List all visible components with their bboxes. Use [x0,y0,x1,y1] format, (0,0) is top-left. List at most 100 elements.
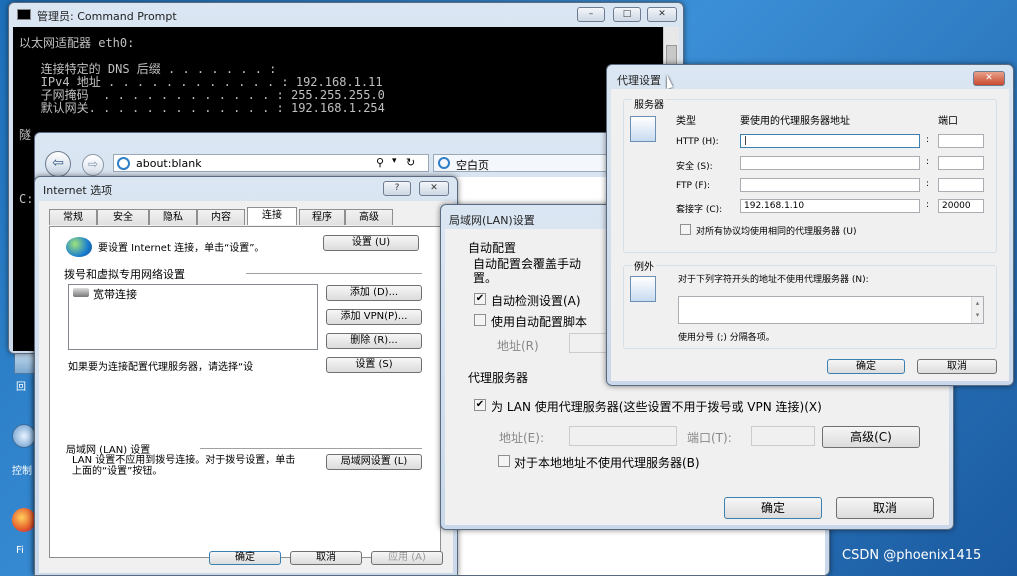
exceptions-textarea[interactable]: ▴ ▾ [678,296,984,324]
col-address-header: 要使用的代理服务器地址 [740,116,850,127]
watermark: CSDN @phoenix1415 [842,548,982,563]
desktop-icon-control-panel[interactable] [12,424,36,448]
secure-label: 安全 (S): [676,162,713,172]
proxy-cancel-button[interactable]: 取消 [917,359,997,374]
io-titlebar[interactable]: Internet 选项 ? ✕ [35,177,457,201]
lan-header: 局域网 (LAN) 设置 [66,445,151,456]
cmd-close-button[interactable]: ✕ [647,7,677,22]
internet-options-dialog: Internet 选项 ? ✕ 常规 安全 隐私 内容 连接 程序 高级 要设置… [34,176,458,576]
socks-port-input[interactable]: 20000 [938,199,984,213]
address-bar[interactable]: about:blank ⚲ ▾ ↻ [113,154,429,172]
search-icon[interactable]: ⚲ [376,156,384,169]
servers-group: 服务器 类型 要使用的代理服务器地址 端口 HTTP (H): | : 安全 (… [623,96,997,253]
exceptions-group: 例外 对于下列字符开头的地址不使用代理服务器 (N): ▴ ▾ 使用分号 (;) … [623,258,997,349]
ie-tab-icon [438,157,450,169]
io-ok-button[interactable]: 确定 [209,551,281,565]
proxy-address-label: 地址(E): [499,431,544,445]
proxy-config-text: 如果要为连接配置代理服务器，请选择“设 [68,362,254,373]
tab-privacy[interactable]: 隐私 [149,209,197,225]
io-apply-button[interactable]: 应用 (A) [371,551,443,565]
lan-settings-button[interactable]: 局域网设置 (L) [326,454,422,470]
cmd-maximize-button[interactable]: □ [613,7,641,22]
desktop-icon-label-1: 回 [16,382,26,393]
settings-button[interactable]: 设置 (S) [326,357,422,373]
back-button[interactable]: ⇦ [45,151,71,177]
exceptions-icon [630,276,656,302]
proxy-port-input[interactable] [751,426,815,446]
io-tab-panel: 要设置 Internet 连接，单击“设置”。 设置 (U) 拨号和虚拟专用网络… [49,226,441,558]
secure-address-input[interactable] [740,156,920,170]
bypass-local-checkbox[interactable] [498,455,510,467]
auto-detect-checkbox[interactable]: ✔ [474,293,486,305]
proxy-settings-dialog: 代理设置 ✕ 服务器 类型 要使用的代理服务器地址 端口 HTTP (H): |… [606,64,1014,386]
same-all-checkbox[interactable] [680,224,691,235]
proxy-ok-button[interactable]: 确定 [827,359,905,374]
advanced-button[interactable]: 高级(C) [822,426,920,448]
http-label: HTTP (H): [676,137,719,147]
bypass-local-label: 对于本地地址不使用代理服务器(B) [514,456,700,470]
exceptions-scrollbar[interactable]: ▴ ▾ [971,297,983,323]
dialup-separator [246,273,422,274]
tab-security[interactable]: 安全 [97,209,149,225]
ftp-colon: : [926,179,930,189]
io-cancel-button[interactable]: 取消 [290,551,362,565]
setup-button[interactable]: 设置 (U) [323,235,419,251]
cmd-title: 管理员: Command Prompt [37,10,177,23]
exceptions-desc: 对于下列字符开头的地址不使用代理服务器 (N): [678,275,869,285]
list-item-broadband[interactable]: 宽带连接 [93,286,137,302]
proxy-server-header: 代理服务器 [468,371,529,385]
lan-ok-button[interactable]: 确定 [724,497,822,519]
use-proxy-label: 为 LAN 使用代理服务器(这些设置不用于拨号或 VPN 连接)(X) [491,400,822,414]
cmd-minimize-button[interactable]: – [577,7,605,22]
secure-port-input[interactable] [938,156,984,170]
io-help-button[interactable]: ? [383,181,411,196]
cmd-line-6: 默认网关. . . . . . . . . . . . . : 192.168.… [19,101,385,115]
tab-programs[interactable]: 程序 [299,209,345,225]
tab-advanced[interactable]: 高级 [345,209,393,225]
servers-label: 服务器 [632,96,666,111]
tab-general[interactable]: 常规 [49,209,97,225]
dialup-list[interactable]: 宽带连接 [68,284,318,350]
tab-title: 空白页 [456,159,489,172]
ftp-port-input[interactable] [938,178,984,192]
remove-button[interactable]: 删除 (R)... [326,333,422,349]
socks-label: 套接字 (C): [676,205,723,215]
exceptions-label: 例外 [632,258,656,273]
firefox-icon[interactable] [12,508,36,532]
proxy-body: 服务器 类型 要使用的代理服务器地址 端口 HTTP (H): | : 安全 (… [611,89,1009,381]
proxy-titlebar[interactable]: 代理设置 ✕ [607,65,1013,89]
tab-connections[interactable]: 连接 [247,207,297,225]
use-proxy-checkbox[interactable]: ✔ [474,399,486,411]
globe-connect-icon [66,237,92,257]
cmd-titlebar[interactable]: 管理员: Command Prompt – □ ✕ [9,3,683,27]
script-address-label: 地址(R) [497,339,539,353]
cmd-app-icon [17,9,31,20]
io-close-button[interactable]: ✕ [419,181,449,196]
refresh-icon[interactable]: ↻ [406,156,415,169]
same-all-label: 对所有协议均使用相同的代理服务器 (U) [696,227,857,237]
ftp-label: FTP (F): [676,181,711,191]
add-vpn-button[interactable]: 添加 VPN(P)... [326,309,422,325]
col-port-header: 端口 [938,116,958,127]
socks-address-input[interactable]: 192.168.1.10 [740,199,920,213]
auto-config-desc-2: 置。 [473,271,498,285]
browser-tab[interactable]: 空白页 [433,154,633,172]
use-script-checkbox[interactable] [474,314,486,326]
ftp-address-input[interactable] [740,178,920,192]
add-button[interactable]: 添加 (D)... [326,285,422,301]
proxy-close-button[interactable]: ✕ [973,71,1005,86]
proxy-address-input[interactable] [569,426,677,446]
broadband-icon [73,288,89,297]
lan-title: 局域网(LAN)设置 [449,214,535,227]
auto-detect-label: 自动检测设置(A) [491,294,581,308]
dropdown-icon[interactable]: ▾ [392,156,397,166]
forward-button[interactable]: ⇨ [82,154,104,176]
desktop-icon-label-2: 控制 [12,466,32,477]
tab-content[interactable]: 内容 [197,209,245,225]
http-address-input[interactable]: | [740,134,920,148]
col-type-header: 类型 [676,116,696,127]
lan-cancel-button[interactable]: 取消 [836,497,934,519]
script-address-input[interactable] [569,333,609,353]
cmd-fragment-c: C: [19,192,34,206]
http-port-input[interactable] [938,134,984,148]
